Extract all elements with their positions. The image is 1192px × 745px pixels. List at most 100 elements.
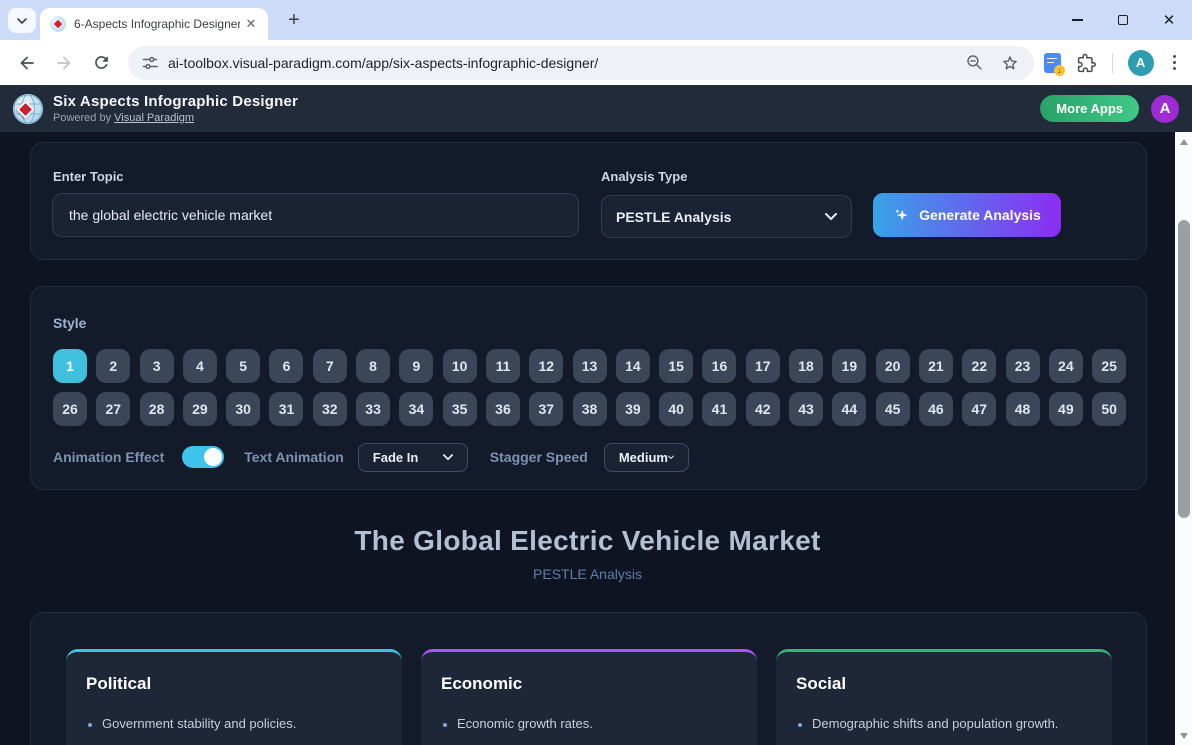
style-button-25[interactable]: 25 [1092,349,1126,383]
style-button-10[interactable]: 10 [443,349,477,383]
style-button-13[interactable]: 13 [573,349,607,383]
text-animation-select[interactable]: Fade In [358,443,468,472]
style-button-26[interactable]: 26 [53,392,87,426]
style-button-2[interactable]: 2 [96,349,130,383]
card-item-text: Government stability and policies. [102,716,296,731]
style-button-3[interactable]: 3 [140,349,174,383]
card-economic: EconomicEconomic growth rates. [421,649,757,745]
card-item-text: Demographic shifts and population growth… [812,716,1058,731]
app-header: Six Aspects Infographic Designer Powered… [0,85,1192,132]
style-button-34[interactable]: 34 [399,392,433,426]
scrollbar-thumb[interactable] [1178,220,1190,518]
style-button-40[interactable]: 40 [659,392,693,426]
card-political: Political Government stability and polici… [66,649,402,745]
card-title: Social [796,674,1092,694]
style-button-43[interactable]: 43 [789,392,823,426]
style-button-45[interactable]: 45 [876,392,910,426]
style-button-21[interactable]: 21 [919,349,953,383]
style-button-6[interactable]: 6 [269,349,303,383]
scrollbar-down-button[interactable] [1175,727,1192,744]
style-button-4[interactable]: 4 [183,349,217,383]
style-button-32[interactable]: 32 [313,392,347,426]
back-button[interactable] [15,51,39,75]
bullet-dot [88,723,92,727]
style-button-48[interactable]: 48 [1006,392,1040,426]
style-button-50[interactable]: 50 [1092,392,1126,426]
style-button-39[interactable]: 39 [616,392,650,426]
style-button-31[interactable]: 31 [269,392,303,426]
browser-profile-avatar[interactable]: A [1128,50,1154,76]
extensions-puzzle-icon[interactable] [1076,52,1097,73]
scroll-down-icon [1180,733,1188,739]
result-heading: The Global Electric Vehicle Market PESTL… [0,525,1175,582]
more-apps-button[interactable]: More Apps [1040,95,1139,122]
topic-input[interactable] [52,193,579,237]
tab-search-button[interactable] [8,8,36,33]
style-button-11[interactable]: 11 [486,349,520,383]
style-button-5[interactable]: 5 [226,349,260,383]
style-button-47[interactable]: 47 [962,392,996,426]
style-button-7[interactable]: 7 [313,349,347,383]
style-button-19[interactable]: 19 [832,349,866,383]
minimize-button[interactable] [1054,0,1100,40]
animation-effect-toggle[interactable] [182,446,224,468]
style-button-33[interactable]: 33 [356,392,390,426]
visual-paradigm-link[interactable]: Visual Paradigm [114,112,194,124]
style-button-30[interactable]: 30 [226,392,260,426]
stagger-speed-select[interactable]: Medium [604,443,689,472]
style-button-14[interactable]: 14 [616,349,650,383]
forward-button[interactable] [52,51,76,75]
style-button-44[interactable]: 44 [832,392,866,426]
new-tab-button[interactable]: + [283,10,305,32]
style-button-35[interactable]: 35 [443,392,477,426]
chevron-down-icon [825,213,837,221]
style-button-15[interactable]: 15 [659,349,693,383]
user-avatar[interactable]: A [1151,95,1179,123]
style-button-12[interactable]: 12 [529,349,563,383]
style-button-17[interactable]: 17 [746,349,780,383]
url-bar[interactable]: ai-toolbox.visual-paradigm.com/app/six-a… [128,46,1034,80]
scrollbar-up-button[interactable] [1175,133,1192,150]
maximize-button[interactable] [1100,0,1146,40]
document-download-icon[interactable]: ↓ [1044,53,1061,73]
style-button-37[interactable]: 37 [529,392,563,426]
style-button-29[interactable]: 29 [183,392,217,426]
text-animation-value: Fade In [373,450,419,465]
generate-analysis-button[interactable]: Generate Analysis [873,193,1061,237]
style-panel: Style 1234567891011121314151617181920212… [30,286,1147,490]
analysis-type-select[interactable]: PESTLE Analysis [601,195,852,238]
style-button-24[interactable]: 24 [1049,349,1083,383]
style-button-20[interactable]: 20 [876,349,910,383]
style-button-38[interactable]: 38 [573,392,607,426]
style-grid: 1234567891011121314151617181920212223242… [53,349,1129,426]
style-button-49[interactable]: 49 [1049,392,1083,426]
style-button-1[interactable]: 1 [53,349,87,383]
style-button-41[interactable]: 41 [702,392,736,426]
powered-by: Powered by Visual Paradigm [53,112,298,124]
cards-row: Political Government stability and polici… [66,649,1112,745]
browser-menu-icon[interactable] [1169,51,1180,74]
browser-tab[interactable]: 6-Aspects Infographic Designer ✕ [40,8,268,40]
style-button-42[interactable]: 42 [746,392,780,426]
site-favicon-icon [50,16,66,32]
page-scrollbar [1175,132,1192,745]
style-button-46[interactable]: 46 [919,392,953,426]
style-button-16[interactable]: 16 [702,349,736,383]
reload-button[interactable] [89,51,113,75]
style-button-23[interactable]: 23 [1006,349,1040,383]
style-button-28[interactable]: 28 [140,392,174,426]
forward-arrow-icon [54,53,74,73]
card-title: Political [86,674,382,694]
zoom-indicator-icon[interactable] [965,53,984,72]
card-list: Economic growth rates. [441,716,737,731]
tab-close-icon[interactable]: ✕ [242,15,260,33]
style-button-27[interactable]: 27 [96,392,130,426]
style-button-8[interactable]: 8 [356,349,390,383]
style-button-36[interactable]: 36 [486,392,520,426]
style-button-18[interactable]: 18 [789,349,823,383]
style-button-9[interactable]: 9 [399,349,433,383]
bookmark-star-icon[interactable] [1000,53,1020,73]
style-button-22[interactable]: 22 [962,349,996,383]
close-button[interactable]: ✕ [1146,0,1192,40]
topic-form-panel: Enter Topic Analysis Type PESTLE Analysi… [30,142,1147,260]
